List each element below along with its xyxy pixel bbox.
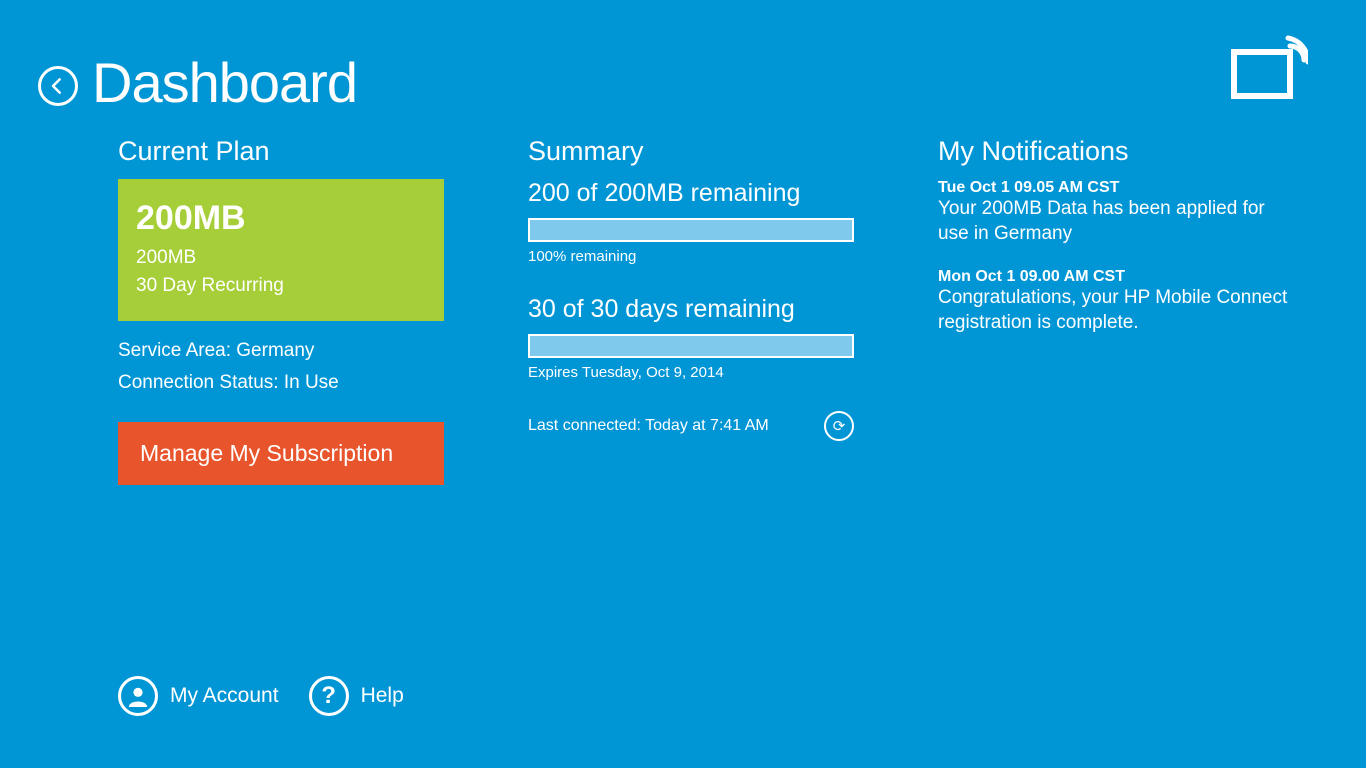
notification-item: Mon Oct 1 09.00 AM CST Congratulations, … xyxy=(938,268,1298,335)
header: Dashboard xyxy=(38,50,357,115)
user-icon xyxy=(118,676,158,716)
last-connected-row: Last connected: Today at 7:41 AM ⟳ xyxy=(528,411,854,441)
days-remaining-text: 30 of 30 days remaining xyxy=(528,295,858,324)
last-connected-text: Last connected: Today at 7:41 AM xyxy=(528,417,769,435)
summary-section: Summary 200 of 200MB remaining 100% rema… xyxy=(528,136,858,485)
notifications-title: My Notifications xyxy=(938,136,1298,167)
days-progress-fill xyxy=(530,336,852,356)
plan-sub-amount: 200MB xyxy=(136,244,426,272)
arrow-left-icon xyxy=(48,76,68,96)
days-progress-bar xyxy=(528,334,854,358)
summary-title: Summary xyxy=(528,136,858,167)
data-progress-bar xyxy=(528,218,854,242)
back-button[interactable] xyxy=(38,66,78,106)
data-remaining-caption: 100% remaining xyxy=(528,248,858,265)
plan-recurring: 30 Day Recurring xyxy=(136,272,426,300)
refresh-button[interactable]: ⟳ xyxy=(824,411,854,441)
plan-amount: 200MB xyxy=(136,199,426,238)
app-logo-icon xyxy=(1230,34,1308,109)
help-label: Help xyxy=(361,684,404,708)
help-icon: ? xyxy=(309,676,349,716)
service-area: Service Area: Germany xyxy=(118,335,448,367)
notification-body: Congratulations, your HP Mobile Connect … xyxy=(938,286,1298,335)
days-remaining-caption: Expires Tuesday, Oct 9, 2014 xyxy=(528,364,858,381)
refresh-icon: ⟳ xyxy=(833,417,846,435)
notifications-section: My Notifications Tue Oct 1 09.05 AM CST … xyxy=(938,136,1298,485)
plan-card: 200MB 200MB 30 Day Recurring xyxy=(118,179,444,321)
connection-status: Connection Status: In Use xyxy=(118,367,448,399)
notification-date: Mon Oct 1 09.00 AM CST xyxy=(938,268,1298,286)
notification-date: Tue Oct 1 09.05 AM CST xyxy=(938,179,1298,197)
notification-item: Tue Oct 1 09.05 AM CST Your 200MB Data h… xyxy=(938,179,1298,246)
page-title: Dashboard xyxy=(92,50,357,115)
data-remaining-text: 200 of 200MB remaining xyxy=(528,179,858,208)
data-progress-fill xyxy=(530,220,852,240)
my-account-label: My Account xyxy=(170,684,279,708)
current-plan-title: Current Plan xyxy=(118,136,448,167)
notification-body: Your 200MB Data has been applied for use… xyxy=(938,197,1298,246)
footer-nav: My Account ? Help xyxy=(118,676,404,716)
current-plan-section: Current Plan 200MB 200MB 30 Day Recurrin… xyxy=(118,136,448,485)
content-area: Current Plan 200MB 200MB 30 Day Recurrin… xyxy=(118,136,1306,485)
help-button[interactable]: ? Help xyxy=(309,676,404,716)
my-account-button[interactable]: My Account xyxy=(118,676,279,716)
manage-subscription-button[interactable]: Manage My Subscription xyxy=(118,422,444,485)
